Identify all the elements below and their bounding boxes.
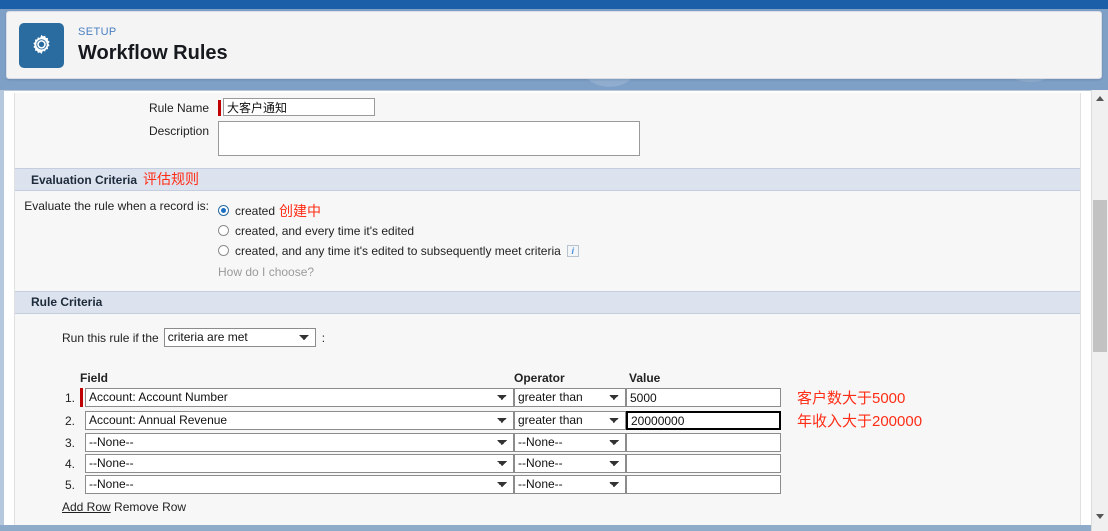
radio-created-and-edited-input[interactable]	[218, 225, 229, 237]
radio-option-created-and-edited[interactable]: created, and every time it's edited	[218, 222, 579, 239]
rule-name-label: Rule Name	[148, 101, 209, 115]
gear-icon	[19, 22, 64, 68]
scroll-up-arrow-icon[interactable]	[1092, 90, 1108, 107]
criteria-row-4: 4. --None-- --None--	[15, 454, 1080, 474]
radio-created-label: created	[235, 203, 276, 218]
vertical-scrollbar[interactable]	[1091, 90, 1108, 531]
radio-created-meet-criteria-input[interactable]	[218, 245, 229, 257]
criteria-row-3-operator-select[interactable]: --None--	[514, 433, 626, 453]
criteria-row-2-annotation: 年收入大于200000	[797, 413, 923, 431]
content-area: Rule Name Description Evaluation Criteri…	[0, 90, 1108, 531]
criteria-row-1-operator-select[interactable]: greater than	[514, 388, 626, 408]
page-title: Workflow Rules	[78, 41, 228, 64]
rule-name-input[interactable]	[223, 98, 375, 116]
rule-criteria-title: Rule Criteria	[31, 295, 103, 310]
criteria-row-5-operator-select[interactable]: --None--	[514, 475, 626, 495]
criteria-col-field: Field	[80, 371, 109, 386]
criteria-row-5: 5. --None-- --None--	[15, 475, 1080, 495]
left-rail	[0, 91, 4, 531]
criteria-col-value: Value	[629, 371, 661, 386]
criteria-row-3-number: 3.	[64, 435, 75, 450]
criteria-row-4-value-input[interactable]	[626, 454, 781, 474]
required-indicator	[218, 100, 221, 117]
criteria-row-2-number: 2.	[64, 413, 75, 428]
setup-header-card: SETUP Workflow Rules	[6, 11, 1102, 79]
rule-criteria-section-header: Rule Criteria	[15, 291, 1080, 315]
evaluation-criteria-annotation: 评估规则	[143, 171, 200, 188]
evaluation-criteria-section-header: Evaluation Criteria 评估规则	[15, 168, 1080, 192]
evaluate-rule-label: Evaluate the rule when a record is:	[24, 199, 209, 214]
description-label: Description	[148, 124, 209, 139]
remove-row-link[interactable]: Remove Row	[114, 500, 186, 514]
criteria-row-2: 2. Account: Annual Revenue greater than …	[15, 410, 1080, 431]
run-rule-select[interactable]: criteria are met	[163, 328, 316, 348]
criteria-row-4-number: 4.	[64, 456, 75, 471]
evaluation-options-group: created 创建中 created, and every time it's…	[218, 196, 579, 279]
workflow-rules-screen: SETUP Workflow Rules Rule Name Descripti…	[0, 0, 1108, 531]
criteria-row-5-field-select[interactable]: --None--	[85, 475, 514, 495]
criteria-row-1-field-wrap: Account: Account Number	[80, 388, 514, 408]
criteria-row-1-field-select[interactable]: Account: Account Number	[85, 388, 514, 408]
criteria-row-4-field-wrap: --None--	[80, 454, 514, 474]
criteria-row-5-value-input[interactable]	[626, 475, 781, 495]
evaluate-rule-row: Evaluate the rule when a record is: crea…	[15, 191, 1080, 279]
radio-created-meet-criteria-label: created, and any time it's edited to sub…	[235, 243, 561, 258]
criteria-row-1-number: 1.	[64, 390, 75, 405]
how-do-i-choose-link[interactable]: How do I choose?	[218, 265, 579, 279]
workflow-rule-form: Rule Name Description Evaluation Criteri…	[14, 93, 1081, 530]
criteria-col-num	[62, 371, 80, 385]
criteria-row-4-operator-select[interactable]: --None--	[514, 454, 626, 474]
add-row-link[interactable]: Add Row	[62, 500, 111, 514]
criteria-row-5-field-wrap: --None--	[80, 475, 514, 495]
criteria-row-2-operator-select[interactable]: greater than	[514, 411, 626, 431]
criteria-row-3-field-select[interactable]: --None--	[85, 433, 514, 453]
info-icon[interactable]: i	[566, 244, 579, 257]
rule-name-row: Rule Name	[15, 93, 1080, 117]
description-textarea[interactable]	[218, 121, 640, 157]
run-rule-label: Run this rule if the	[62, 330, 159, 345]
radio-created-input[interactable]	[218, 205, 229, 217]
criteria-row-3: 3. --None-- --None--	[15, 433, 1080, 453]
setup-eyebrow-label: SETUP	[78, 26, 117, 39]
rule-name-field-wrap	[218, 98, 375, 117]
criteria-row-2-field-wrap: Account: Annual Revenue	[80, 411, 514, 431]
criteria-row-1: 1. Account: Account Number greater than …	[15, 387, 1080, 408]
run-rule-colon: :	[321, 330, 326, 345]
scrollbar-thumb[interactable]	[1093, 200, 1107, 352]
radio-option-created-meet-criteria[interactable]: created, and any time it's edited to sub…	[218, 242, 579, 259]
radio-option-created[interactable]: created 创建中	[218, 202, 579, 219]
scroll-down-arrow-icon[interactable]	[1092, 508, 1108, 525]
row-actions: Add Row Remove Row	[15, 500, 1080, 514]
criteria-row-3-field-wrap: --None--	[80, 433, 514, 453]
criteria-table-header: Field Operator Value	[15, 371, 1080, 385]
run-rule-row: Run this rule if the criteria are met :	[15, 314, 1080, 348]
criteria-row-1-annotation: 客户数大于5000	[797, 390, 906, 408]
criteria-row-4-field-select[interactable]: --None--	[85, 454, 514, 474]
criteria-row-3-value-input[interactable]	[626, 433, 781, 453]
criteria-row-2-value-input[interactable]	[626, 411, 781, 431]
browser-top-bar	[0, 0, 1108, 9]
criteria-row-1-value-input[interactable]	[626, 388, 781, 408]
criteria-col-operator: Operator	[514, 371, 565, 386]
criteria-row-5-number: 5.	[64, 477, 75, 492]
bottom-strip	[0, 525, 1108, 531]
criteria-row-2-field-select[interactable]: Account: Annual Revenue	[85, 411, 514, 431]
description-row: Description	[15, 116, 1080, 157]
radio-created-and-edited-label: created, and every time it's edited	[235, 223, 415, 238]
evaluation-criteria-title: Evaluation Criteria	[31, 173, 138, 188]
radio-created-annotation: 创建中	[279, 202, 322, 219]
